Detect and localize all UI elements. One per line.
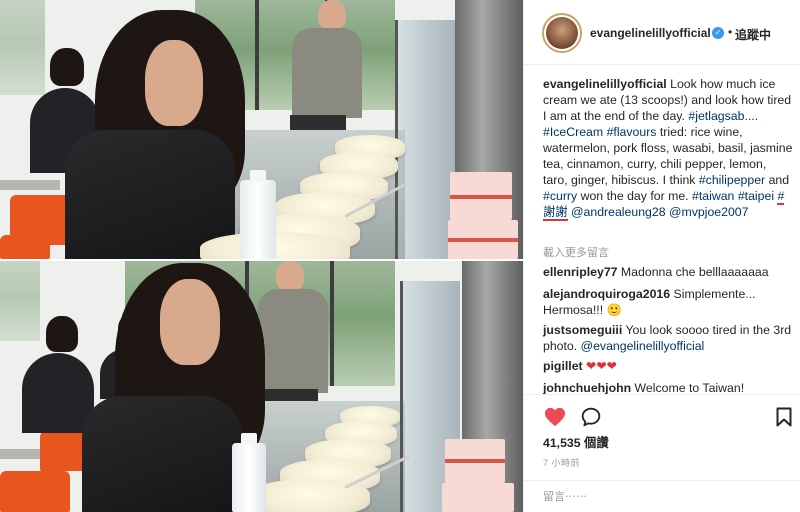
comment-username[interactable]: justsomeguiii	[543, 323, 622, 337]
comment-mention[interactable]: @evangelinelillyofficial	[581, 339, 705, 353]
post-header: evangelinelillyofficial ✓ • 追蹤中	[524, 0, 800, 65]
hashtag-taipei[interactable]: #taipei	[738, 189, 774, 203]
comment-item: justsomeguiii You look soooo tired in th…	[543, 322, 793, 354]
comment-item: ellenripley77 Madonna che belllaaaaaaa	[543, 264, 793, 280]
comment-text: Welcome to Taiwan!	[631, 381, 745, 395]
verified-check-icon: ✓	[712, 27, 724, 39]
comment-item: alejandroquiroga2016 Simplemente... Herm…	[543, 286, 793, 318]
comment-username[interactable]: pigillet	[543, 359, 583, 373]
caption-text-3: won the day for me.	[577, 189, 692, 203]
post-photo-top	[0, 0, 523, 259]
add-comment-section	[524, 480, 800, 512]
comment-text: ❤❤❤	[582, 359, 617, 373]
mention-mvpjoe[interactable]: @mvpjoe2007	[669, 205, 748, 219]
post-caption: evangelinelillyofficial Look how much ic…	[543, 76, 793, 221]
avatar-image	[546, 17, 578, 49]
hashtag-curry[interactable]: #curry	[543, 189, 577, 203]
comment-input[interactable]	[543, 489, 783, 505]
like-count[interactable]: 41,535 個讚	[543, 433, 609, 451]
speech-bubble-icon[interactable]	[581, 407, 601, 427]
separator-dot: •	[728, 25, 733, 39]
comment-username[interactable]: alejandroquiroga2016	[543, 287, 670, 301]
post-photo-bottom	[0, 261, 523, 512]
comment-username[interactable]: johnchuehjohn	[543, 381, 631, 395]
following-button[interactable]: 追蹤中	[735, 26, 771, 43]
header-username[interactable]: evangelinelillyofficial	[590, 26, 711, 40]
caption-text-and: and	[765, 173, 790, 187]
heart-icon[interactable]	[544, 407, 566, 427]
post-photo-collage[interactable]	[0, 0, 523, 512]
avatar[interactable]	[542, 13, 582, 53]
bookmark-icon[interactable]	[776, 407, 792, 427]
hashtag-flavours[interactable]: #flavours	[607, 125, 657, 139]
comment-username[interactable]: ellenripley77	[543, 265, 618, 279]
comment-item: pigillet ❤❤❤	[543, 358, 793, 374]
load-more-comments-link[interactable]: 載入更多留言	[543, 244, 609, 260]
post-actions-bar	[524, 394, 800, 436]
hashtag-icecream[interactable]: #IceCream	[543, 125, 603, 139]
mention-andrealeung[interactable]: @andrealeung28	[571, 205, 666, 219]
hashtag-taiwan[interactable]: #taiwan	[692, 189, 734, 203]
hashtag-chilipepper[interactable]: #chilipepper	[699, 173, 765, 187]
post-timestamp: 7 小時前	[543, 458, 581, 468]
post-sidebar: evangelinelillyofficial ✓ • 追蹤中 evangeli…	[523, 0, 800, 512]
hashtag-jetlag[interactable]: #jetlagsab....	[688, 109, 758, 123]
caption-username[interactable]: evangelinelillyofficial	[543, 77, 667, 91]
caption-block: evangelinelillyofficial Look how much ic…	[543, 76, 793, 221]
comment-text: Madonna che belllaaaaaaa	[617, 265, 769, 279]
